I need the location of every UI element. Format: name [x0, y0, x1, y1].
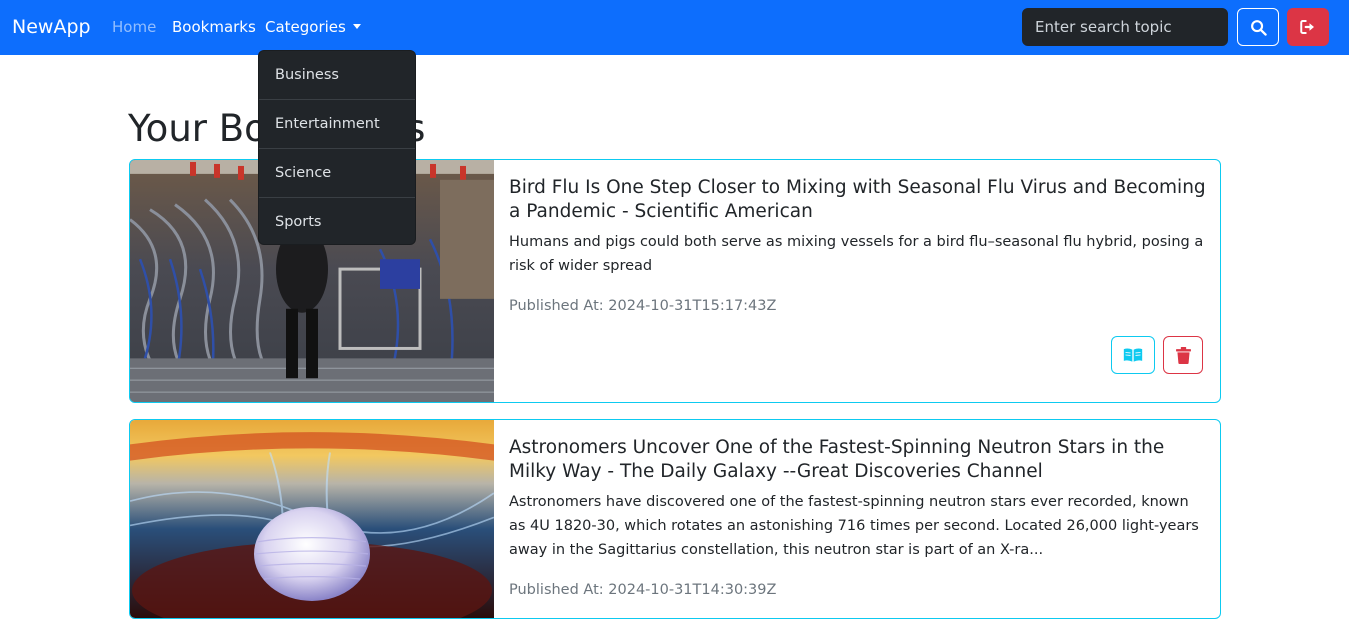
- sign-out-icon: [1299, 18, 1317, 36]
- category-sports[interactable]: Sports: [259, 198, 415, 247]
- logout-button[interactable]: [1287, 8, 1329, 46]
- search-icon: [1250, 19, 1267, 36]
- brand-logo[interactable]: NewApp: [12, 15, 91, 39]
- bookmark-card: Astronomers Uncover One of the Fastest-S…: [129, 419, 1221, 619]
- article-title[interactable]: Bird Flu Is One Step Closer to Mixing wi…: [509, 176, 1209, 224]
- card-body: Astronomers Uncover One of the Fastest-S…: [509, 436, 1209, 602]
- categories-dropdown-menu: Business Entertainment Science Sports: [258, 50, 416, 245]
- nav-bookmarks-link[interactable]: Bookmarks: [172, 17, 256, 37]
- article-image: [130, 420, 494, 618]
- card-body: Bird Flu Is One Step Closer to Mixing wi…: [509, 176, 1209, 318]
- published-date: Published At: 2024-10-31T15:17:43Z: [509, 294, 1209, 318]
- article-description: Humans and pigs could both serve as mixi…: [509, 230, 1209, 278]
- category-entertainment[interactable]: Entertainment: [259, 100, 415, 149]
- delete-bookmark-button[interactable]: [1163, 336, 1203, 374]
- read-article-button[interactable]: [1111, 336, 1155, 374]
- trash-icon: [1176, 347, 1191, 364]
- category-business[interactable]: Business: [259, 51, 415, 100]
- navbar: NewApp Home Bookmarks Categories: [0, 0, 1349, 55]
- category-science[interactable]: Science: [259, 149, 415, 198]
- search-input[interactable]: [1022, 8, 1228, 46]
- chevron-down-icon: [353, 24, 361, 29]
- search-button[interactable]: [1237, 8, 1279, 46]
- book-open-icon: [1123, 347, 1143, 363]
- nav-home-link[interactable]: Home: [112, 17, 156, 37]
- published-date: Published At: 2024-10-31T14:30:39Z: [509, 578, 1209, 602]
- article-description: Astronomers have discovered one of the f…: [509, 490, 1209, 562]
- nav-categories-label: Categories: [265, 18, 346, 36]
- article-title[interactable]: Astronomers Uncover One of the Fastest-S…: [509, 436, 1209, 484]
- nav-categories-toggle[interactable]: Categories: [265, 17, 361, 37]
